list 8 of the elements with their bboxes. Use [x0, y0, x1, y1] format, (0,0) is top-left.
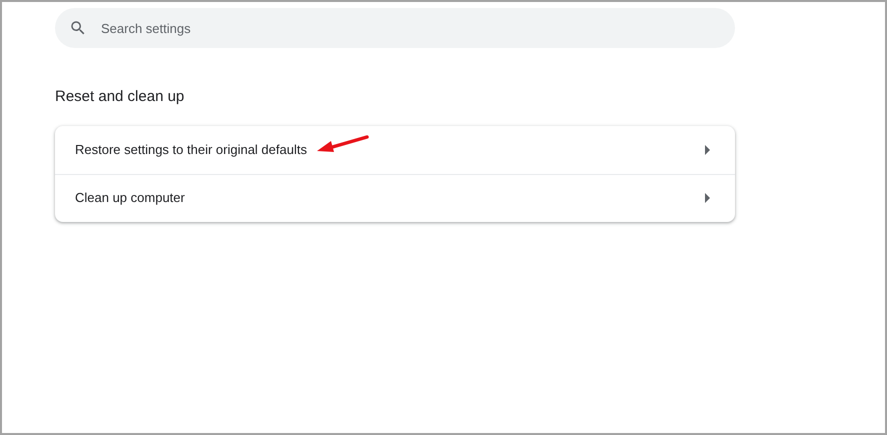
caret-icon [705, 193, 711, 203]
row-label: Clean up computer [75, 189, 185, 208]
section-title: Reset and clean up [55, 87, 186, 107]
row-label: Restore settings to their original defaults [75, 140, 307, 160]
settings-row[interactable]: Restore settings to their original defaults [55, 126, 735, 174]
settings-row[interactable]: Clean up computer [55, 174, 735, 222]
caret-icon [705, 144, 711, 154]
search-field[interactable]: Search settings [55, 8, 735, 48]
